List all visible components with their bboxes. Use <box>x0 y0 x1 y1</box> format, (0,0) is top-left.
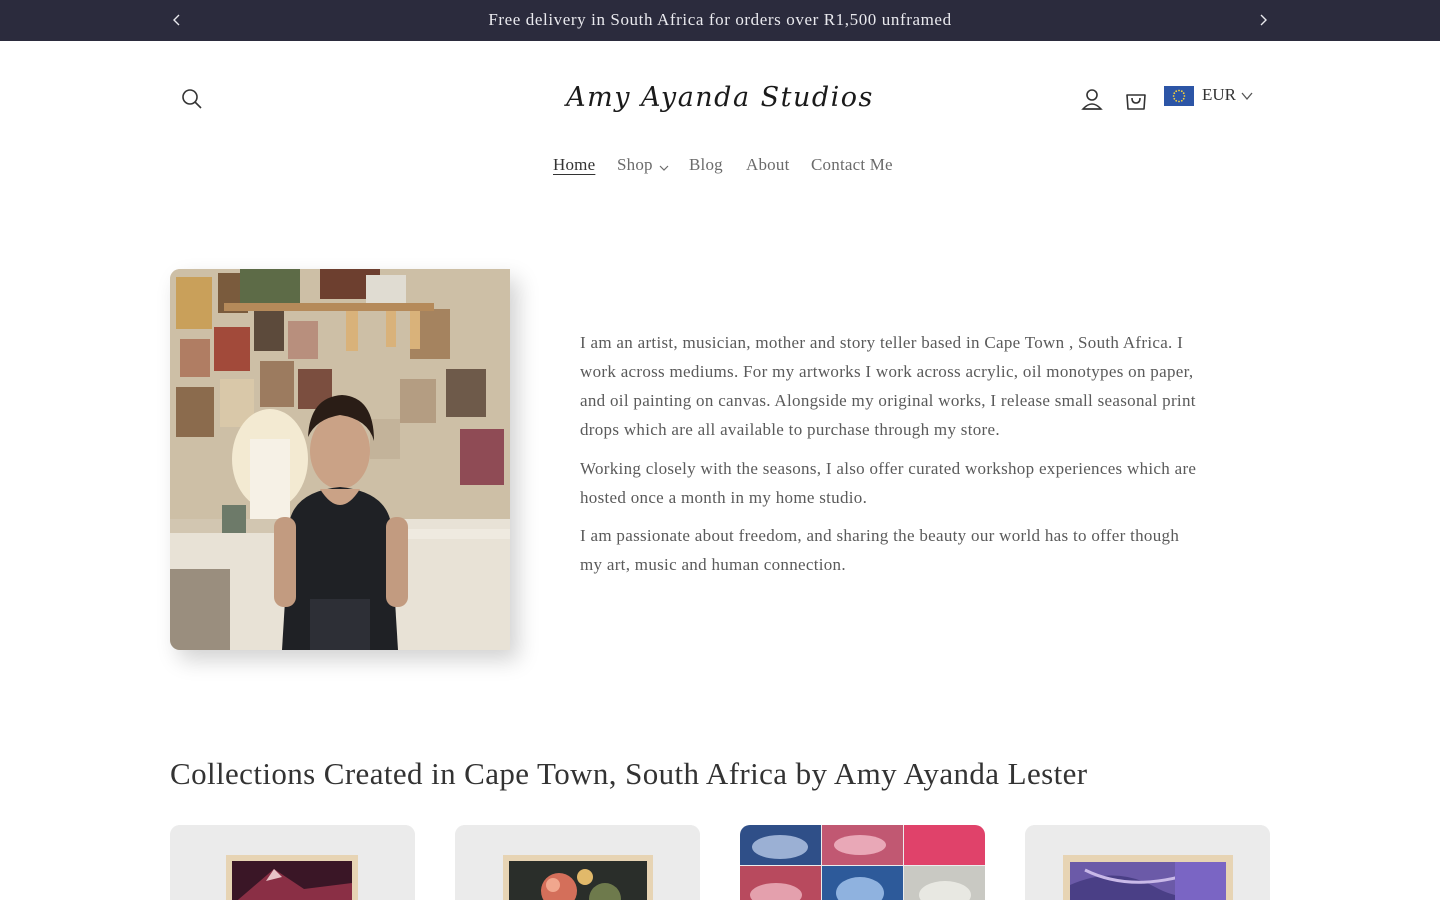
account-icon[interactable] <box>1079 86 1105 112</box>
artist-portrait <box>170 269 510 650</box>
nav-contact[interactable]: Contact Me <box>811 155 893 175</box>
nav-shop[interactable]: Shop <box>617 155 653 175</box>
collection-image <box>170 825 415 900</box>
collection-image <box>740 825 985 900</box>
nav-blog[interactable]: Blog <box>689 155 723 175</box>
artist-portrait-image <box>170 269 510 650</box>
currency-code: EUR <box>1202 85 1236 104</box>
about-paragraph: Working closely with the seasons, I also… <box>580 458 1197 507</box>
collection-card[interactable] <box>740 825 985 900</box>
about-paragraph: I am an artist, musician, mother and sto… <box>580 333 1196 439</box>
about-paragraph: I am passionate about freedom, and shari… <box>580 526 1180 574</box>
search-icon[interactable] <box>179 86 205 112</box>
collection-card[interactable] <box>170 825 415 900</box>
about-text: I am an artist, musician, mother and sto… <box>580 328 1205 589</box>
announcement-bar: Free delivery in South Africa for orders… <box>0 0 1440 41</box>
chevron-down-icon <box>1241 92 1253 101</box>
eu-flag-icon <box>1164 86 1194 106</box>
collection-card[interactable] <box>1025 825 1270 900</box>
collection-image <box>1025 825 1270 900</box>
collection-card[interactable] <box>455 825 700 900</box>
main-nav: Home Shop Blog About Contact Me <box>0 155 1440 181</box>
site-logo[interactable]: Amy Ayanda Studios <box>560 72 880 126</box>
chevron-down-icon[interactable] <box>659 163 669 173</box>
nav-about[interactable]: About <box>746 155 790 175</box>
nav-home[interactable]: Home <box>553 155 595 175</box>
collections-heading: Collections Created in Cape Town, South … <box>170 756 1088 791</box>
collection-image <box>455 825 700 900</box>
cart-icon[interactable] <box>1123 86 1149 112</box>
svg-text:Amy Ayanda Studios: Amy Ayanda Studios <box>563 82 874 113</box>
currency-selector[interactable]: EUR <box>1164 84 1260 108</box>
chevron-right-icon[interactable] <box>1253 10 1273 30</box>
announcement-message: Free delivery in South Africa for orders… <box>488 10 952 29</box>
